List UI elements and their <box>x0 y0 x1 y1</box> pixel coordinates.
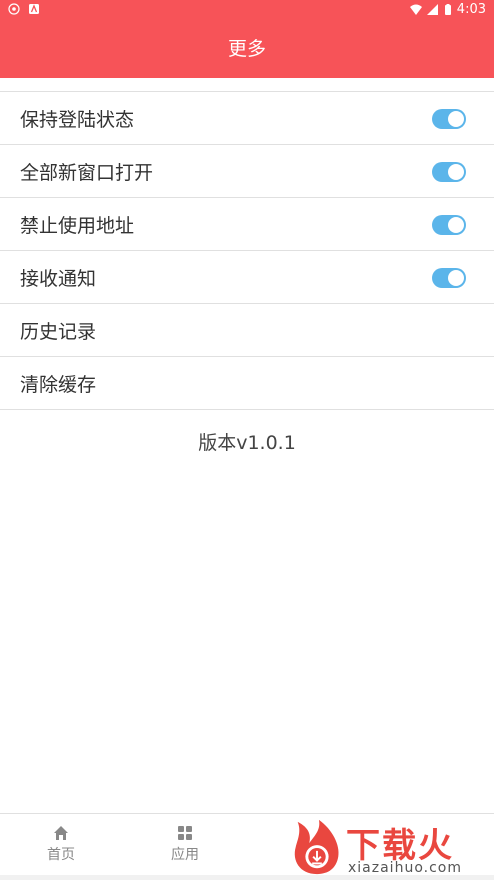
setting-label: 禁止使用地址 <box>20 214 135 237</box>
toggle-knob <box>448 217 464 233</box>
version-label: 版本v1.0.1 <box>198 432 296 454</box>
page-title: 更多 <box>227 38 266 60</box>
status-time: 4:03 <box>456 2 486 17</box>
receive-notifications-toggle[interactable] <box>432 268 466 288</box>
wifi-icon <box>409 4 422 15</box>
watermark-logo: 下载火 xiazaihuo.com <box>288 816 488 880</box>
toggle-knob <box>448 270 464 286</box>
settings-list: 保持登陆状态 全部新窗口打开 禁止使用地址 接收通知 历史记录 清除缓存 <box>0 92 494 410</box>
open-new-window-toggle[interactable] <box>432 162 466 182</box>
tab-label: 首页 <box>47 847 75 863</box>
setting-history[interactable]: 历史记录 <box>0 304 494 357</box>
setting-open-new-window[interactable]: 全部新窗口打开 <box>0 145 494 198</box>
battery-icon <box>444 3 451 15</box>
setting-label: 接收通知 <box>20 267 97 290</box>
settings-circle-icon <box>8 3 20 15</box>
toggle-knob <box>448 164 464 180</box>
home-icon <box>54 826 68 840</box>
setting-label: 清除缓存 <box>20 373 97 396</box>
setting-receive-notifications[interactable]: 接收通知 <box>0 251 494 304</box>
bottom-strip <box>0 875 494 880</box>
grid-icon <box>178 826 192 840</box>
app-bar: 更多 <box>0 20 494 78</box>
tab-apps[interactable]: 应用 <box>155 824 215 864</box>
setting-label: 保持登陆状态 <box>20 108 135 131</box>
android-notification-icon <box>29 4 39 14</box>
signal-icon <box>426 3 438 15</box>
tab-home[interactable]: 首页 <box>31 824 91 864</box>
keep-login-toggle[interactable] <box>432 109 466 129</box>
flame-logo-icon <box>294 819 339 875</box>
tab-label: 应用 <box>171 847 199 863</box>
disable-location-toggle[interactable] <box>432 215 466 235</box>
setting-keep-login[interactable]: 保持登陆状态 <box>0 92 494 145</box>
toggle-knob <box>448 111 464 127</box>
setting-label: 历史记录 <box>20 320 97 343</box>
setting-disable-location[interactable]: 禁止使用地址 <box>0 198 494 251</box>
setting-clear-cache[interactable]: 清除缓存 <box>0 357 494 410</box>
watermark-url: xiazaihuo.com <box>348 860 462 876</box>
setting-label: 全部新窗口打开 <box>20 161 154 184</box>
status-bar: 4:03 <box>0 0 494 20</box>
